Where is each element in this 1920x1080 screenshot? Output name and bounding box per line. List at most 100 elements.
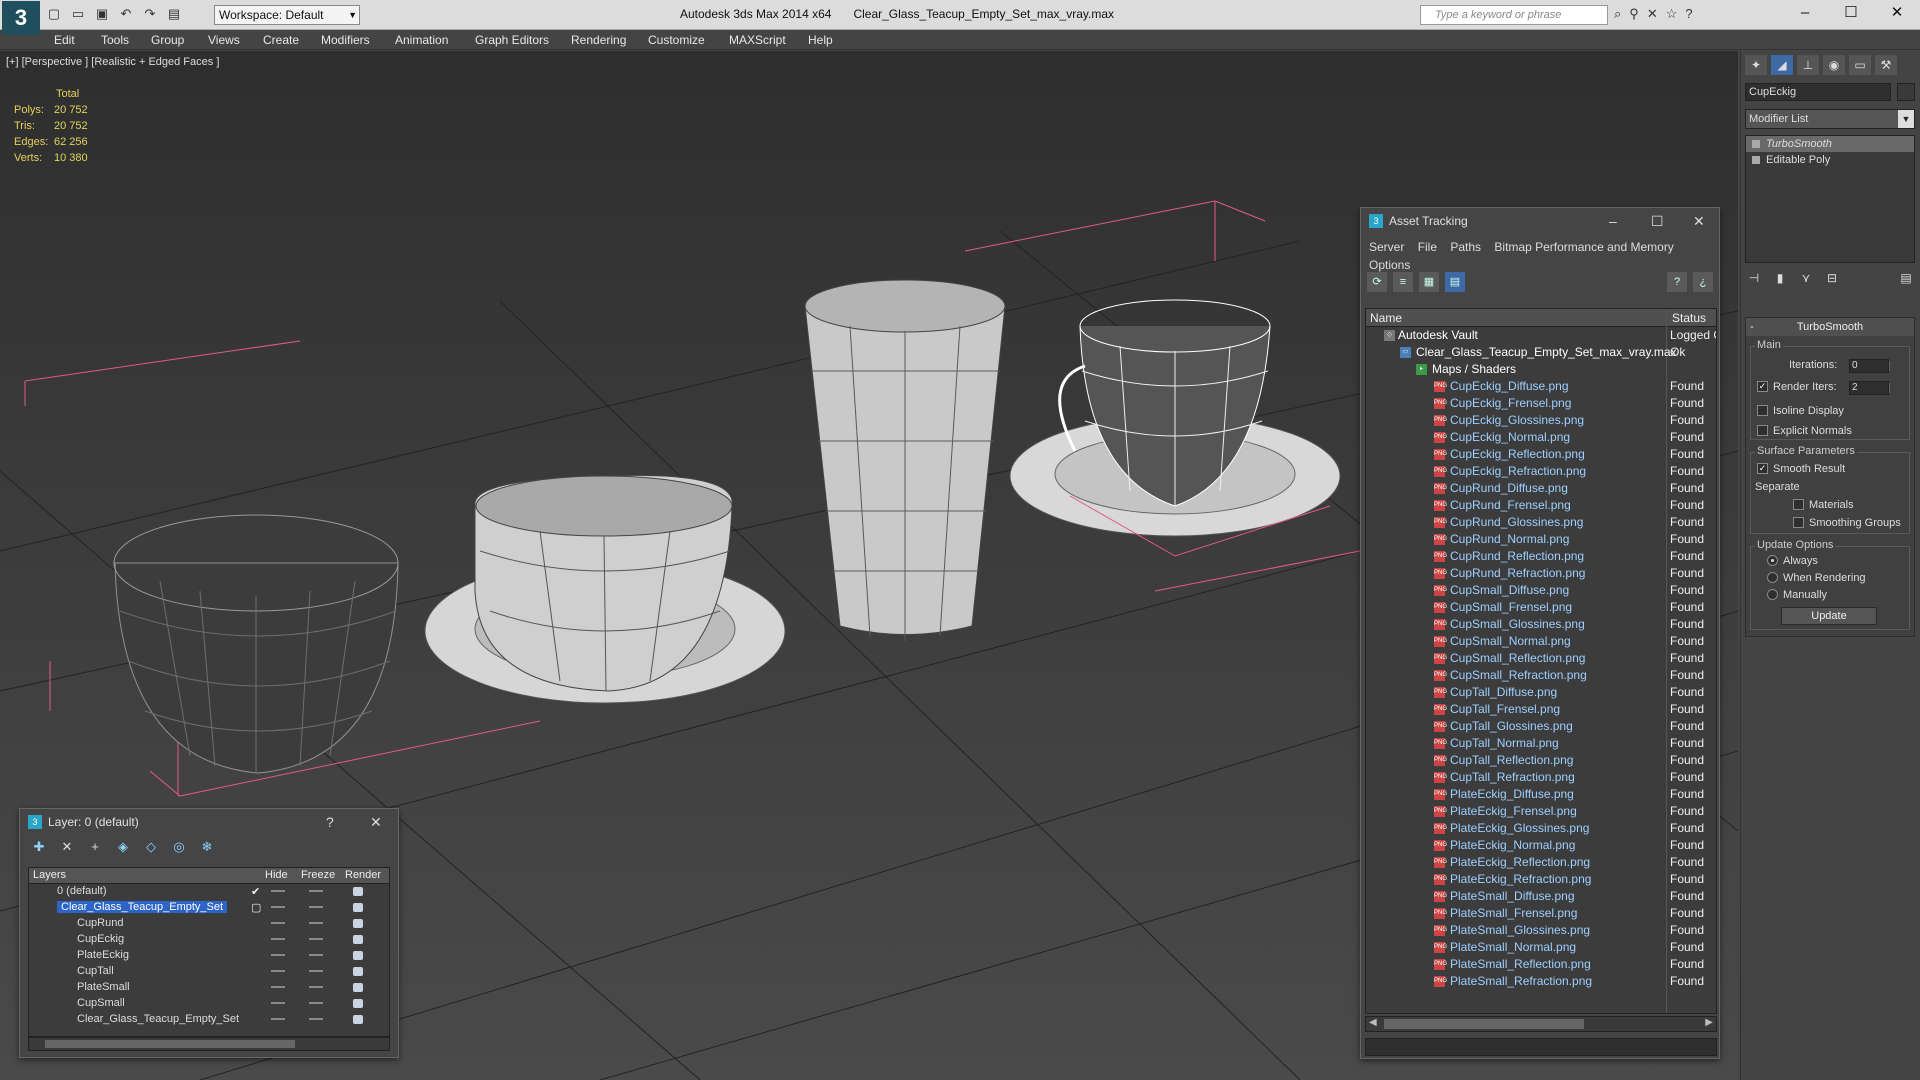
current-layer-check[interactable]: ✔ [251, 885, 260, 898]
layer-row[interactable]: CupTall [29, 964, 389, 980]
manually-radio[interactable] [1767, 589, 1778, 600]
hide-toggle[interactable] [271, 922, 285, 924]
asset-row-map[interactable]: PNG CupSmall_Normal.png Found [1366, 633, 1716, 650]
motion-tab-icon[interactable]: ◉ [1823, 55, 1845, 75]
column-header-name[interactable]: Name [1370, 311, 1402, 325]
asset-row-map[interactable]: PNG PlateSmall_Refraction.png Found [1366, 973, 1716, 990]
redo-icon[interactable]: ↷ [142, 6, 158, 22]
modifier-list-dropdown[interactable]: Modifier List ▼ [1745, 109, 1915, 129]
modify-tab-icon[interactable]: ◢ [1771, 55, 1793, 75]
asset-horizontal-scrollbar[interactable]: ◀ ▶ [1365, 1016, 1717, 1032]
menu-item-options[interactable]: Options [1369, 258, 1410, 272]
hierarchy-tab-icon[interactable]: ⊥ [1797, 55, 1819, 75]
pin-stack-icon[interactable]: ⊣ [1745, 269, 1763, 287]
asset-row-map[interactable]: PNG CupSmall_Frensel.png Found [1366, 599, 1716, 616]
explicit-normals-checkbox[interactable] [1757, 425, 1768, 436]
render-teapot-icon[interactable] [353, 919, 363, 928]
save-file-icon[interactable]: ▣ [94, 6, 110, 22]
freeze-toggle[interactable] [309, 970, 323, 972]
hide-toggle[interactable] [271, 1002, 285, 1004]
render-teapot-icon[interactable] [353, 983, 363, 992]
asset-row-map[interactable]: PNG CupSmall_Refraction.png Found [1366, 667, 1716, 684]
asset-row-map[interactable]: PNG PlateSmall_Normal.png Found [1366, 939, 1716, 956]
table-view-icon[interactable]: ▤ [1445, 272, 1465, 292]
thumbnail-view-icon[interactable]: ▦ [1419, 272, 1439, 292]
stack-item-editable-poly[interactable]: Editable Poly [1746, 152, 1914, 168]
asset-row-map[interactable]: PNG CupEckig_Glossines.png Found [1366, 412, 1716, 429]
configure-sets-icon[interactable]: ▤ [1897, 269, 1915, 287]
menu-item-modifiers[interactable]: Modifiers [321, 33, 370, 47]
favorites-star-icon[interactable]: ☆ [1666, 6, 1678, 22]
when-rendering-radio[interactable] [1767, 572, 1778, 583]
smoothing-groups-checkbox[interactable] [1793, 517, 1804, 528]
menu-item-create[interactable]: Create [263, 33, 299, 47]
layer-row[interactable]: CupSmall [29, 996, 389, 1012]
hide-toggle[interactable] [271, 970, 285, 972]
menu-item-server[interactable]: Server [1369, 240, 1404, 254]
asset-row-map[interactable]: PNG CupTall_Reflection.png Found [1366, 752, 1716, 769]
hide-toggle[interactable] [271, 954, 285, 956]
hide-toggle[interactable] [271, 938, 285, 940]
hide-toggle[interactable] [271, 1018, 285, 1020]
layer-row[interactable]: PlateEckig [29, 948, 389, 964]
list-view-icon[interactable]: ≡ [1393, 272, 1413, 292]
column-header-render[interactable]: Render [345, 869, 381, 881]
column-header-status[interactable]: Status [1672, 311, 1706, 325]
menu-item-file[interactable]: File [1418, 240, 1437, 254]
iterations-spinner[interactable]: 0 [1849, 359, 1890, 373]
asset-row-map[interactable]: PNG PlateEckig_Normal.png Found [1366, 837, 1716, 854]
asset-row-map[interactable]: PNG CupRund_Diffuse.png Found [1366, 480, 1716, 497]
materials-checkbox[interactable] [1793, 499, 1804, 510]
viewport-label[interactable]: [+] [Perspective ] [Realistic + Edged Fa… [6, 56, 219, 68]
help-icon[interactable]: ? [1685, 6, 1692, 22]
undo-icon[interactable]: ↶ [118, 6, 134, 22]
maximize-icon[interactable]: ☐ [1651, 208, 1664, 234]
menu-item-paths[interactable]: Paths [1450, 240, 1481, 254]
menu-item-customize[interactable]: Customize [648, 33, 705, 47]
asset-row-file[interactable]: ▭ Clear_Glass_Teacup_Empty_Set_max_vray.… [1366, 344, 1716, 361]
render-teapot-icon[interactable] [353, 999, 363, 1008]
refresh-icon[interactable]: ⟳ [1367, 272, 1387, 292]
asset-row-map[interactable]: PNG PlateSmall_Reflection.png Found [1366, 956, 1716, 973]
object-color-swatch[interactable] [1897, 83, 1915, 101]
display-tab-icon[interactable]: ▭ [1849, 55, 1871, 75]
menu-item-rendering[interactable]: Rendering [571, 33, 626, 47]
asset-row-map[interactable]: PNG CupSmall_Diffuse.png Found [1366, 582, 1716, 599]
close-icon[interactable]: ✕ [370, 809, 382, 835]
asset-path-field[interactable] [1365, 1038, 1717, 1056]
asset-row-map[interactable]: PNG CupEckig_Reflection.png Found [1366, 446, 1716, 463]
rollout-header[interactable]: - TurboSmooth [1746, 318, 1914, 336]
help-context-icon[interactable]: ¿ [1693, 272, 1713, 292]
highlight-layer-icon[interactable]: ◇ [142, 838, 160, 856]
close-icon[interactable]: ✕ [1693, 208, 1705, 234]
asset-row-map[interactable]: PNG CupSmall_Reflection.png Found [1366, 650, 1716, 667]
render-iters-spinner[interactable]: 2 [1849, 381, 1890, 395]
hide-toggle[interactable] [271, 986, 285, 988]
show-end-result-icon[interactable]: ▮ [1771, 269, 1789, 287]
delete-layer-icon[interactable]: ✕ [58, 838, 76, 856]
asset-row-map[interactable]: PNG CupEckig_Diffuse.png Found [1366, 378, 1716, 395]
column-header-freeze[interactable]: Freeze [301, 869, 335, 881]
layer-row[interactable]: CupRund [29, 916, 389, 932]
render-teapot-icon[interactable] [353, 951, 363, 960]
scroll-right-icon[interactable]: ▶ [1705, 1017, 1713, 1028]
menu-item-group[interactable]: Group [151, 33, 184, 47]
layer-manager-titlebar[interactable]: 3 Layer: 0 (default) ? ✕ [20, 809, 398, 835]
asset-row-map[interactable]: PNG PlateEckig_Refraction.png Found [1366, 871, 1716, 888]
open-file-icon[interactable]: ▭ [70, 6, 86, 22]
layer-row[interactable]: PlateSmall [29, 980, 389, 996]
asset-row-map[interactable]: PNG CupTall_Frensel.png Found [1366, 701, 1716, 718]
close-icon[interactable]: ✕ [1874, 0, 1920, 28]
communication-icon[interactable]: ✕ [1647, 6, 1658, 22]
help-icon[interactable]: ? [326, 809, 334, 835]
menu-item-bitmap-performance[interactable]: Bitmap Performance and Memory [1494, 240, 1673, 254]
object-name-field[interactable]: CupEckig [1745, 83, 1891, 101]
freeze-toggle[interactable] [309, 922, 323, 924]
freeze-toggle[interactable] [309, 954, 323, 956]
freeze-toggle[interactable] [309, 906, 323, 908]
menu-item-views[interactable]: Views [208, 33, 240, 47]
menu-item-help[interactable]: Help [808, 33, 833, 47]
utilities-tab-icon[interactable]: ⚒ [1875, 55, 1897, 75]
asset-row-map[interactable]: PNG PlateSmall_Glossines.png Found [1366, 922, 1716, 939]
asset-row-map[interactable]: PNG CupTall_Glossines.png Found [1366, 718, 1716, 735]
